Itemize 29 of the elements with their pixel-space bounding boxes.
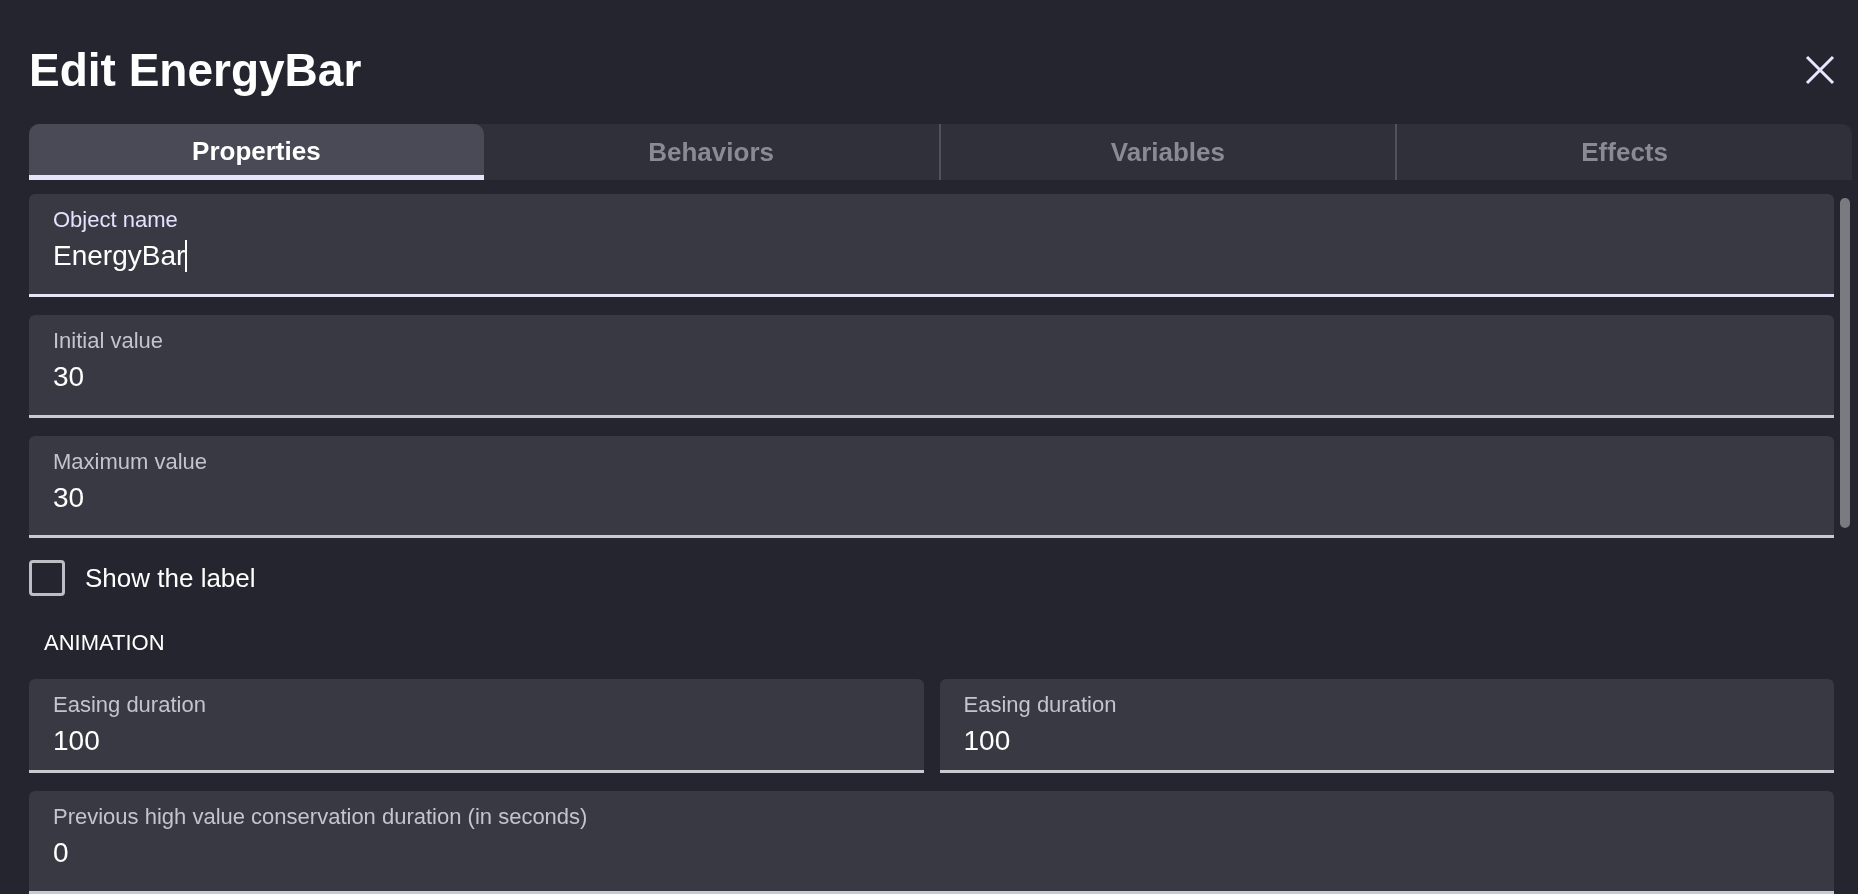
field-label: Easing duration [963,691,1118,720]
field-value: 100 [53,724,100,759]
text-field[interactable]: Object name EnergyBar [29,194,1834,297]
text-field[interactable]: Initial value 30 [29,314,1834,418]
text-cursor [185,240,188,272]
close-icon [1805,55,1835,85]
tab[interactable]: Variables [938,124,1396,180]
field-value: 100 [963,724,1011,759]
tab[interactable]: Behaviors [483,124,939,180]
field-label: Maximum value [53,447,209,476]
field-value: 30 [53,480,85,515]
tab[interactable]: Properties [29,124,484,180]
section-heading: ANIMATION [43,629,166,658]
dialog-title: Edit EnergyBar [29,42,362,98]
field-value: EnergyBar [53,239,186,273]
text-field[interactable]: Previous high value conservation duration (in seconds) 0 [29,791,1834,894]
field-value: 30 [53,359,85,394]
field-label: Object name [53,206,179,234]
field-label: Easing duration [53,691,207,720]
scrollbar[interactable] [1840,198,1850,528]
field-value: 0 [53,836,69,871]
text-field[interactable]: Easing duration 100 [29,679,924,774]
text-field[interactable]: Easing duration 100 [939,679,1834,774]
checkbox[interactable] [29,560,65,597]
checkbox-label: Show the label [85,561,256,595]
field-label: Initial value [53,326,165,355]
tab[interactable]: Effects [1395,124,1852,180]
field-label: Previous high value conservation duration (in seconds) [53,803,589,832]
text-field[interactable]: Maximum value 30 [29,435,1834,539]
